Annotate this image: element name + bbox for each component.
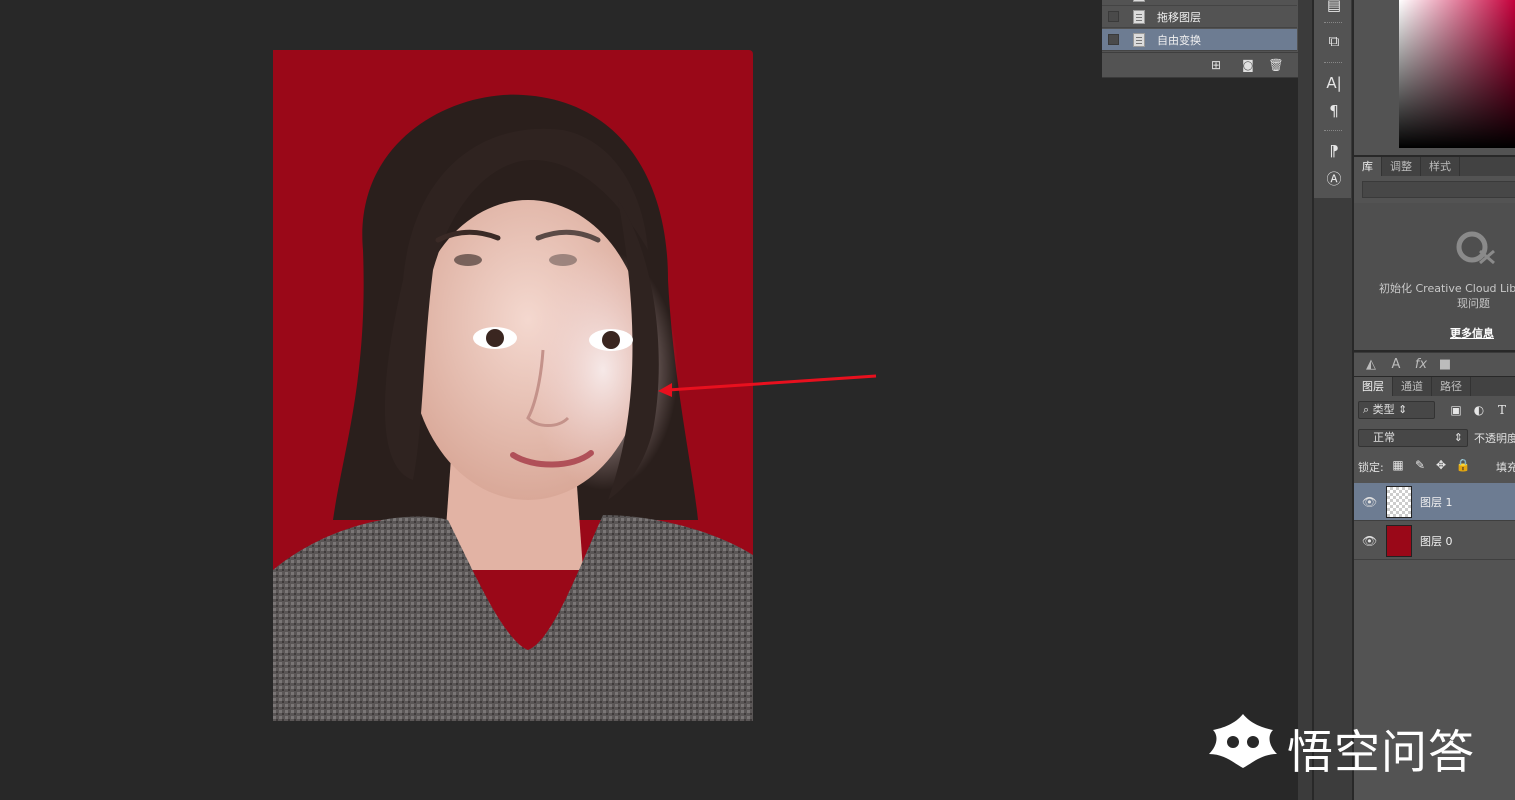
type-filter-icon[interactable]: T: [1493, 401, 1511, 419]
library-select[interactable]: [1362, 181, 1515, 198]
lock-position-icon[interactable]: ✥: [1433, 457, 1449, 473]
history-state-icon: [1133, 32, 1145, 47]
blend-mode-select[interactable]: 正常 ⇕: [1358, 429, 1468, 447]
lock-transparent-icon[interactable]: ▦: [1390, 457, 1406, 473]
tab-styles[interactable]: 样式: [1421, 157, 1460, 176]
character-icon[interactable]: A|: [1323, 72, 1345, 94]
grip-icon[interactable]: [1324, 62, 1342, 65]
camera-icon[interactable]: ◙: [1240, 57, 1256, 73]
history-item-move-layer[interactable]: 拖移图层: [1102, 6, 1297, 28]
lock-label: 锁定:: [1358, 461, 1384, 474]
new-document-icon[interactable]: ⊞: [1208, 57, 1224, 73]
creative-cloud-error-icon: [1456, 231, 1495, 265]
snapshot-checkbox[interactable]: [1108, 11, 1119, 22]
history-state-icon: [1133, 0, 1145, 2]
layer-name[interactable]: 图层 0: [1420, 533, 1453, 549]
opacity-label: 不透明度: [1474, 432, 1515, 445]
snapshot-checkbox[interactable]: [1108, 34, 1119, 45]
layer-filter-label: 类型: [1372, 403, 1395, 416]
wukong-watermark: 悟空问答: [1205, 710, 1495, 780]
fill-bucket-icon[interactable]: ◭: [1362, 356, 1380, 374]
library-content: 初始化 Creative Cloud Libr 现问题 更多信息: [1354, 203, 1515, 350]
transform-icon[interactable]: ⧉: [1323, 30, 1345, 52]
eye-icon[interactable]: 👁: [1362, 534, 1377, 548]
library-error-message-cont: 现问题: [1457, 297, 1490, 310]
panel-gutter: [1298, 78, 1312, 800]
grip-icon[interactable]: [1324, 22, 1342, 25]
history-item-free-transform[interactable]: 自由变换: [1102, 29, 1297, 51]
history-panel: 拖移图层 自由变换 ⊞ ◙ 🗑: [1102, 0, 1312, 78]
paragraph-style-icon[interactable]: ⁋: [1323, 140, 1345, 162]
adjustment-filter-icon[interactable]: ◐: [1470, 401, 1488, 419]
text-style-icon[interactable]: A: [1387, 356, 1405, 374]
color-picker-field[interactable]: [1399, 0, 1515, 148]
history-item-label: 拖移图层: [1157, 10, 1201, 24]
tab-layers[interactable]: 图层: [1354, 377, 1393, 396]
layer-filter-select[interactable]: ⌕ 类型 ⇕: [1358, 401, 1435, 419]
layer-row-layer1[interactable]: 👁 图层 1: [1354, 483, 1515, 521]
tab-adjustments[interactable]: 调整: [1382, 157, 1421, 176]
collapsed-panel-strip: ▤ ⧉ A| ¶ ⁋ Ⓐ: [1314, 0, 1352, 198]
color-swatch-icon[interactable]: ■: [1436, 356, 1454, 374]
history-item-label: 自由变换: [1157, 33, 1201, 47]
grip-icon[interactable]: [1324, 130, 1342, 133]
character-style-icon[interactable]: Ⓐ: [1323, 168, 1345, 190]
watermark-text: 悟空问答: [1287, 725, 1475, 779]
layer-row-layer0[interactable]: 👁 图层 0: [1354, 522, 1515, 560]
history-state-icon: [1133, 9, 1145, 24]
blend-mode-value: 正常: [1373, 431, 1395, 444]
lock-all-icon[interactable]: 🔒: [1455, 457, 1471, 473]
wukong-logo-icon: [1209, 714, 1277, 768]
layer-name[interactable]: 图层 1: [1420, 494, 1453, 510]
history-toolbar: ⊞ ◙ 🗑: [1102, 52, 1312, 78]
library-error-message: 初始化 Creative Cloud Libr: [1379, 282, 1515, 295]
style-toolbar: ◭ A fx ■: [1354, 352, 1515, 376]
libraries-panel: 库 调整 样式 初始化 Creative Cloud Libr 现问题 更多信息: [1354, 157, 1515, 350]
image-filter-icon[interactable]: ▣: [1447, 401, 1465, 419]
trash-icon[interactable]: 🗑: [1268, 57, 1284, 73]
layers-tabbar: 图层 通道 路径: [1354, 377, 1515, 396]
fill-label: 填充: [1496, 461, 1515, 474]
tab-libraries[interactable]: 库: [1354, 157, 1382, 176]
panel-gutter: [1298, 0, 1312, 78]
layer-thumbnail: [1386, 485, 1412, 518]
paragraph-icon[interactable]: ¶: [1323, 100, 1345, 122]
eye-icon[interactable]: 👁: [1362, 495, 1377, 509]
layer-thumbnail: [1386, 524, 1412, 557]
tab-paths[interactable]: 路径: [1432, 377, 1471, 396]
library-tabbar: 库 调整 样式: [1354, 157, 1515, 176]
swatch-icon[interactable]: ▤: [1323, 0, 1345, 16]
fx-icon[interactable]: fx: [1412, 356, 1430, 374]
lock-brush-icon[interactable]: ✎: [1412, 457, 1428, 473]
annotation-arrow: [658, 374, 877, 397]
tab-channels[interactable]: 通道: [1393, 377, 1432, 396]
color-panel: [1354, 0, 1515, 155]
more-info-link[interactable]: 更多信息: [1450, 325, 1494, 341]
